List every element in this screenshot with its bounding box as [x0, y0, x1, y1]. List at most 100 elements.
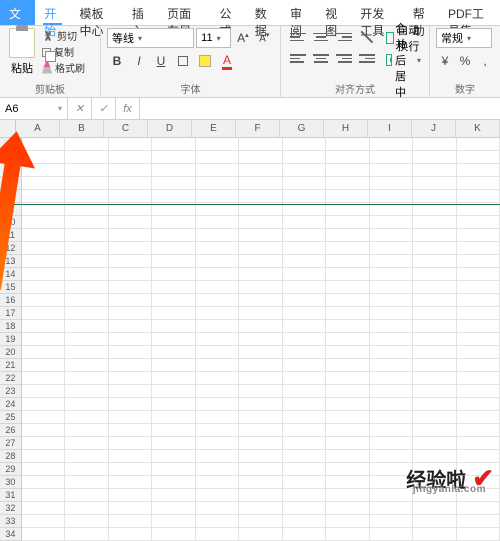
- formula-input[interactable]: [140, 98, 500, 119]
- cell[interactable]: [152, 385, 195, 398]
- tab-1[interactable]: 模板中心: [70, 0, 122, 25]
- cell[interactable]: [283, 515, 326, 528]
- cell[interactable]: [283, 450, 326, 463]
- cell[interactable]: [283, 229, 326, 242]
- cell[interactable]: [283, 437, 326, 450]
- cell[interactable]: [65, 294, 108, 307]
- cell[interactable]: [65, 424, 108, 437]
- cell[interactable]: [196, 242, 239, 255]
- cell[interactable]: [22, 424, 65, 437]
- cell[interactable]: [413, 359, 456, 372]
- cell[interactable]: [413, 151, 456, 164]
- cell[interactable]: [370, 229, 413, 242]
- cell[interactable]: [326, 242, 369, 255]
- cell[interactable]: [109, 437, 152, 450]
- cell[interactable]: [196, 307, 239, 320]
- cell[interactable]: [152, 528, 195, 541]
- cell[interactable]: [152, 164, 195, 177]
- cell[interactable]: [109, 216, 152, 229]
- tab-0[interactable]: 开始: [35, 0, 70, 25]
- cell[interactable]: [457, 216, 500, 229]
- cell[interactable]: [413, 437, 456, 450]
- cell[interactable]: [65, 164, 108, 177]
- cell[interactable]: [239, 489, 282, 502]
- cell[interactable]: [326, 489, 369, 502]
- cell[interactable]: [370, 346, 413, 359]
- cell[interactable]: [457, 372, 500, 385]
- cell[interactable]: [196, 229, 239, 242]
- cell[interactable]: [152, 502, 195, 515]
- cell[interactable]: [370, 255, 413, 268]
- cell[interactable]: [196, 476, 239, 489]
- cell[interactable]: [152, 268, 195, 281]
- copy-button[interactable]: 复制: [42, 44, 85, 59]
- cell[interactable]: [283, 476, 326, 489]
- row-header[interactable]: 23: [0, 385, 22, 398]
- cell[interactable]: [326, 307, 369, 320]
- cell[interactable]: [109, 307, 152, 320]
- tab-4[interactable]: 公式: [211, 0, 246, 25]
- cell[interactable]: [370, 398, 413, 411]
- cell[interactable]: [109, 502, 152, 515]
- cell[interactable]: [196, 216, 239, 229]
- cell[interactable]: [152, 320, 195, 333]
- cell[interactable]: [326, 190, 369, 203]
- cell[interactable]: [326, 177, 369, 190]
- cell[interactable]: [22, 281, 65, 294]
- cell[interactable]: [370, 359, 413, 372]
- cell[interactable]: [239, 346, 282, 359]
- comma-button[interactable]: ,: [476, 51, 494, 71]
- cell[interactable]: [457, 255, 500, 268]
- cell[interactable]: [283, 385, 326, 398]
- cell[interactable]: [239, 164, 282, 177]
- row-header[interactable]: 26: [0, 424, 22, 437]
- cell[interactable]: [283, 177, 326, 190]
- cell[interactable]: [239, 229, 282, 242]
- cell[interactable]: [283, 528, 326, 541]
- cell[interactable]: [457, 333, 500, 346]
- cell[interactable]: [152, 307, 195, 320]
- cell[interactable]: [326, 255, 369, 268]
- cell[interactable]: [413, 411, 456, 424]
- cell[interactable]: [152, 333, 195, 346]
- row-header[interactable]: 29: [0, 463, 22, 476]
- cell[interactable]: [370, 424, 413, 437]
- cell[interactable]: [152, 138, 195, 151]
- cell[interactable]: [22, 346, 65, 359]
- col-header-I[interactable]: I: [368, 120, 412, 137]
- cell[interactable]: [65, 359, 108, 372]
- cell[interactable]: [22, 177, 65, 190]
- cell[interactable]: [370, 528, 413, 541]
- cell[interactable]: [413, 242, 456, 255]
- cell[interactable]: [370, 320, 413, 333]
- cell[interactable]: [326, 463, 369, 476]
- cell[interactable]: [326, 502, 369, 515]
- cell[interactable]: [239, 515, 282, 528]
- cell[interactable]: [22, 359, 65, 372]
- cell[interactable]: [196, 385, 239, 398]
- cell[interactable]: [370, 411, 413, 424]
- cell[interactable]: [152, 372, 195, 385]
- row-header[interactable]: 24: [0, 398, 22, 411]
- cell[interactable]: [239, 463, 282, 476]
- cell[interactable]: [457, 346, 500, 359]
- cell[interactable]: [152, 489, 195, 502]
- row-header[interactable]: 27: [0, 437, 22, 450]
- cell[interactable]: [65, 138, 108, 151]
- cell[interactable]: [326, 151, 369, 164]
- cell[interactable]: [370, 515, 413, 528]
- cell[interactable]: [239, 190, 282, 203]
- cell[interactable]: [22, 528, 65, 541]
- cell[interactable]: [239, 437, 282, 450]
- align-right-button[interactable]: [333, 50, 355, 68]
- cell[interactable]: [283, 411, 326, 424]
- row-header[interactable]: 19: [0, 333, 22, 346]
- cell[interactable]: [326, 268, 369, 281]
- cell[interactable]: [283, 502, 326, 515]
- cell[interactable]: [152, 398, 195, 411]
- cell[interactable]: [283, 151, 326, 164]
- align-middle-button[interactable]: [310, 28, 332, 46]
- row-header[interactable]: 4: [0, 177, 22, 190]
- cell[interactable]: [152, 216, 195, 229]
- cell[interactable]: [413, 346, 456, 359]
